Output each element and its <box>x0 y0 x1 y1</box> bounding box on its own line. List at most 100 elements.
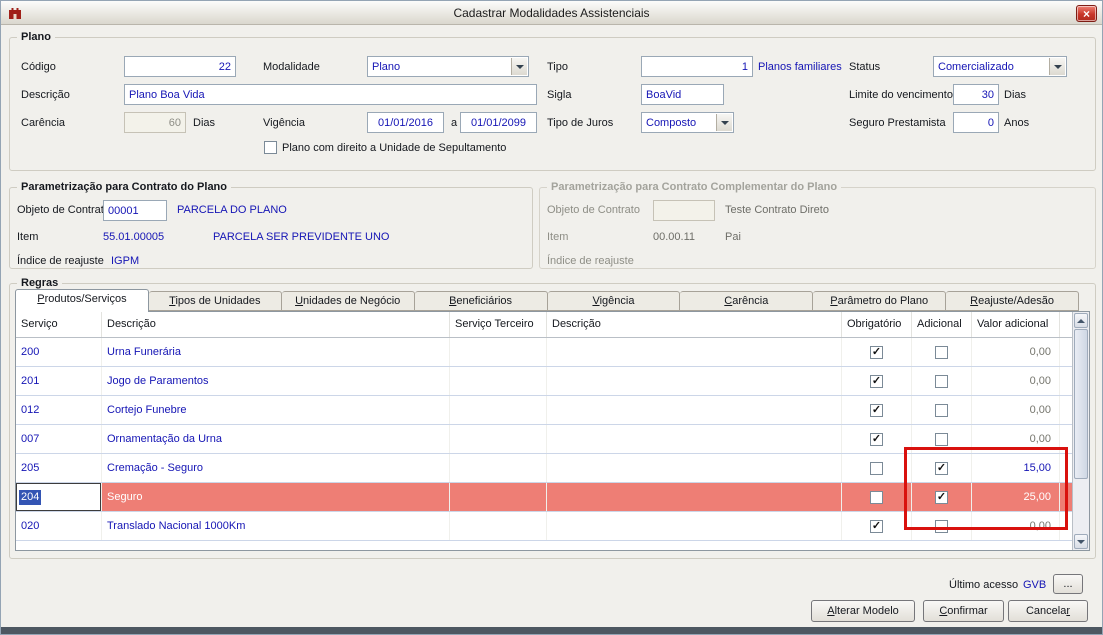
table-row[interactable]: 012Cortejo Funebre✓0,00 <box>16 396 1072 425</box>
cell-obrigatorio[interactable]: ✓ <box>842 338 912 366</box>
cell-valor-adicional[interactable]: 0,00 <box>972 512 1060 540</box>
adicional-checkbox[interactable] <box>935 520 948 533</box>
cell-descricao[interactable]: Ornamentação da Urna <box>102 425 450 453</box>
cell-valor-adicional[interactable]: 25,00 <box>972 483 1060 511</box>
cell-descricao-terceiro[interactable] <box>547 512 842 540</box>
table-row[interactable]: 201Jogo de Paramentos ✓ 0,00 <box>16 367 1072 396</box>
cell-descricao-terceiro[interactable] <box>547 367 842 395</box>
cell-servico[interactable]: 007 <box>16 425 102 453</box>
obrigatorio-checkbox[interactable]: ✓ <box>870 404 883 417</box>
modalidade-select[interactable]: Plano <box>367 56 529 77</box>
vigencia-fim-input[interactable]: 01/01/2099 <box>460 112 537 133</box>
cell-servico-terceiro[interactable] <box>450 425 547 453</box>
cell-descricao-terceiro[interactable] <box>547 338 842 366</box>
table-row[interactable]: 204Seguro ✓ 25,00 <box>16 483 1072 512</box>
cell-adicional[interactable] <box>912 396 972 424</box>
cell-valor-adicional[interactable]: 0,00 <box>972 425 1060 453</box>
cell-descricao[interactable]: Urna Funerária <box>102 338 450 366</box>
codigo-input[interactable]: 22 <box>124 56 236 77</box>
tab-carencia[interactable]: Carência <box>680 291 813 311</box>
cell-descricao[interactable]: Translado Nacional 1000Km <box>102 512 450 540</box>
tab-produtos-servicos[interactable]: Produtos/Serviços <box>15 289 149 312</box>
cell-descricao-terceiro[interactable] <box>547 454 842 482</box>
vigencia-inicio-input[interactable]: 01/01/2016 <box>367 112 444 133</box>
sigla-input[interactable]: BoaVid <box>641 84 724 105</box>
cell-servico[interactable]: 204 <box>16 483 102 511</box>
adicional-checkbox[interactable]: ✓ <box>935 491 948 504</box>
adicional-checkbox[interactable]: ✓ <box>935 462 948 475</box>
obrigatorio-checkbox[interactable] <box>870 491 883 504</box>
tab-beneficiarios[interactable]: Beneficiários <box>415 291 548 311</box>
tab-tipos-de-unidades[interactable]: Tipos de Unidades <box>149 291 282 311</box>
tab-vigencia[interactable]: Vigência <box>548 291 681 311</box>
cell-descricao[interactable]: Jogo de Paramentos <box>102 367 450 395</box>
seguro-prestamista-input[interactable]: 0 <box>953 112 999 133</box>
cell-valor-adicional[interactable]: 0,00 <box>972 338 1060 366</box>
tab-reajuste-adesao[interactable]: Reajuste/Adesão <box>946 291 1079 311</box>
cell-servico-terceiro[interactable] <box>450 454 547 482</box>
sepultamento-checkbox[interactable] <box>264 141 277 154</box>
cell-adicional[interactable] <box>912 338 972 366</box>
tipo-input[interactable]: 1 <box>641 56 753 77</box>
cell-servico[interactable]: 200 <box>16 338 102 366</box>
tab-unidades-de-negocio[interactable]: Unidades de Negócio <box>282 291 415 311</box>
adicional-checkbox[interactable] <box>935 346 948 359</box>
objeto-contrato-input[interactable]: 00001 <box>103 200 167 221</box>
cell-servico-terceiro[interactable] <box>450 338 547 366</box>
column-header-5[interactable]: Obrigatório <box>842 312 912 337</box>
column-header-1[interactable]: Serviço <box>16 312 102 337</box>
cell-descricao[interactable]: Cortejo Funebre <box>102 396 450 424</box>
cell-adicional[interactable] <box>912 512 972 540</box>
adicional-checkbox[interactable] <box>935 375 948 388</box>
tab-parametro-do-plano[interactable]: Parâmetro do Plano <box>813 291 946 311</box>
cell-adicional[interactable] <box>912 425 972 453</box>
cell-servico-terceiro[interactable] <box>450 512 547 540</box>
cell-valor-adicional[interactable]: 0,00 <box>972 396 1060 424</box>
obrigatorio-checkbox[interactable]: ✓ <box>870 520 883 533</box>
cell-servico-terceiro[interactable] <box>450 367 547 395</box>
service-code-editor[interactable]: 204 <box>16 483 101 511</box>
table-row[interactable]: 205Cremação - Seguro ✓ 15,00 <box>16 454 1072 483</box>
titlebar[interactable]: Cadastrar Modalidades Assistenciais × <box>1 1 1102 25</box>
tipo-juros-select[interactable]: Composto <box>641 112 734 133</box>
column-header-2[interactable]: Descrição <box>102 312 450 337</box>
adicional-checkbox[interactable] <box>935 404 948 417</box>
column-header-3[interactable]: Serviço Terceiro <box>450 312 547 337</box>
alterar-modelo-button[interactable]: Alterar Modelo <box>811 600 915 622</box>
cancelar-button[interactable]: Cancelar <box>1008 600 1088 622</box>
scroll-down-button[interactable] <box>1074 534 1088 549</box>
confirmar-button[interactable]: Confirmar <box>923 600 1004 622</box>
cell-obrigatorio[interactable]: ✓ <box>842 396 912 424</box>
cell-obrigatorio[interactable]: ✓ <box>842 425 912 453</box>
column-header-7[interactable]: Valor adicional <box>972 312 1060 337</box>
obrigatorio-checkbox[interactable]: ✓ <box>870 433 883 446</box>
table-row[interactable]: 007Ornamentação da Urna ✓ 0,00 <box>16 425 1072 454</box>
cell-descricao-terceiro[interactable] <box>547 425 842 453</box>
scroll-up-button[interactable] <box>1074 313 1088 328</box>
cell-obrigatorio[interactable]: ✓ <box>842 367 912 395</box>
cell-servico[interactable]: 205 <box>16 454 102 482</box>
status-select[interactable]: Comercializado <box>933 56 1067 77</box>
vertical-scrollbar[interactable] <box>1072 312 1089 550</box>
cell-obrigatorio[interactable] <box>842 483 912 511</box>
cell-servico[interactable]: 020 <box>16 512 102 540</box>
table-row[interactable]: 200Urna Funerária ✓ 0,00 <box>16 338 1072 367</box>
cell-servico-terceiro[interactable] <box>450 396 547 424</box>
cell-valor-adicional[interactable]: 15,00 <box>972 454 1060 482</box>
cell-descricao-terceiro[interactable] <box>547 483 842 511</box>
obrigatorio-checkbox[interactable]: ✓ <box>870 375 883 388</box>
cell-servico[interactable]: 201 <box>16 367 102 395</box>
cell-obrigatorio[interactable] <box>842 454 912 482</box>
column-header-4[interactable]: Descrição <box>547 312 842 337</box>
cell-obrigatorio[interactable]: ✓ <box>842 512 912 540</box>
carencia-input[interactable]: 60 <box>124 112 186 133</box>
cell-servico-terceiro[interactable] <box>450 483 547 511</box>
cell-adicional[interactable] <box>912 367 972 395</box>
cell-valor-adicional[interactable]: 0,00 <box>972 367 1060 395</box>
cell-descricao[interactable]: Cremação - Seguro <box>102 454 450 482</box>
table-row[interactable]: 020Translado Nacional 1000Km ✓ 0,00 <box>16 512 1072 541</box>
limite-vencimento-input[interactable]: 30 <box>953 84 999 105</box>
obrigatorio-checkbox[interactable]: ✓ <box>870 346 883 359</box>
cell-descricao[interactable]: Seguro <box>102 483 450 511</box>
column-header-6[interactable]: Adicional <box>912 312 972 337</box>
